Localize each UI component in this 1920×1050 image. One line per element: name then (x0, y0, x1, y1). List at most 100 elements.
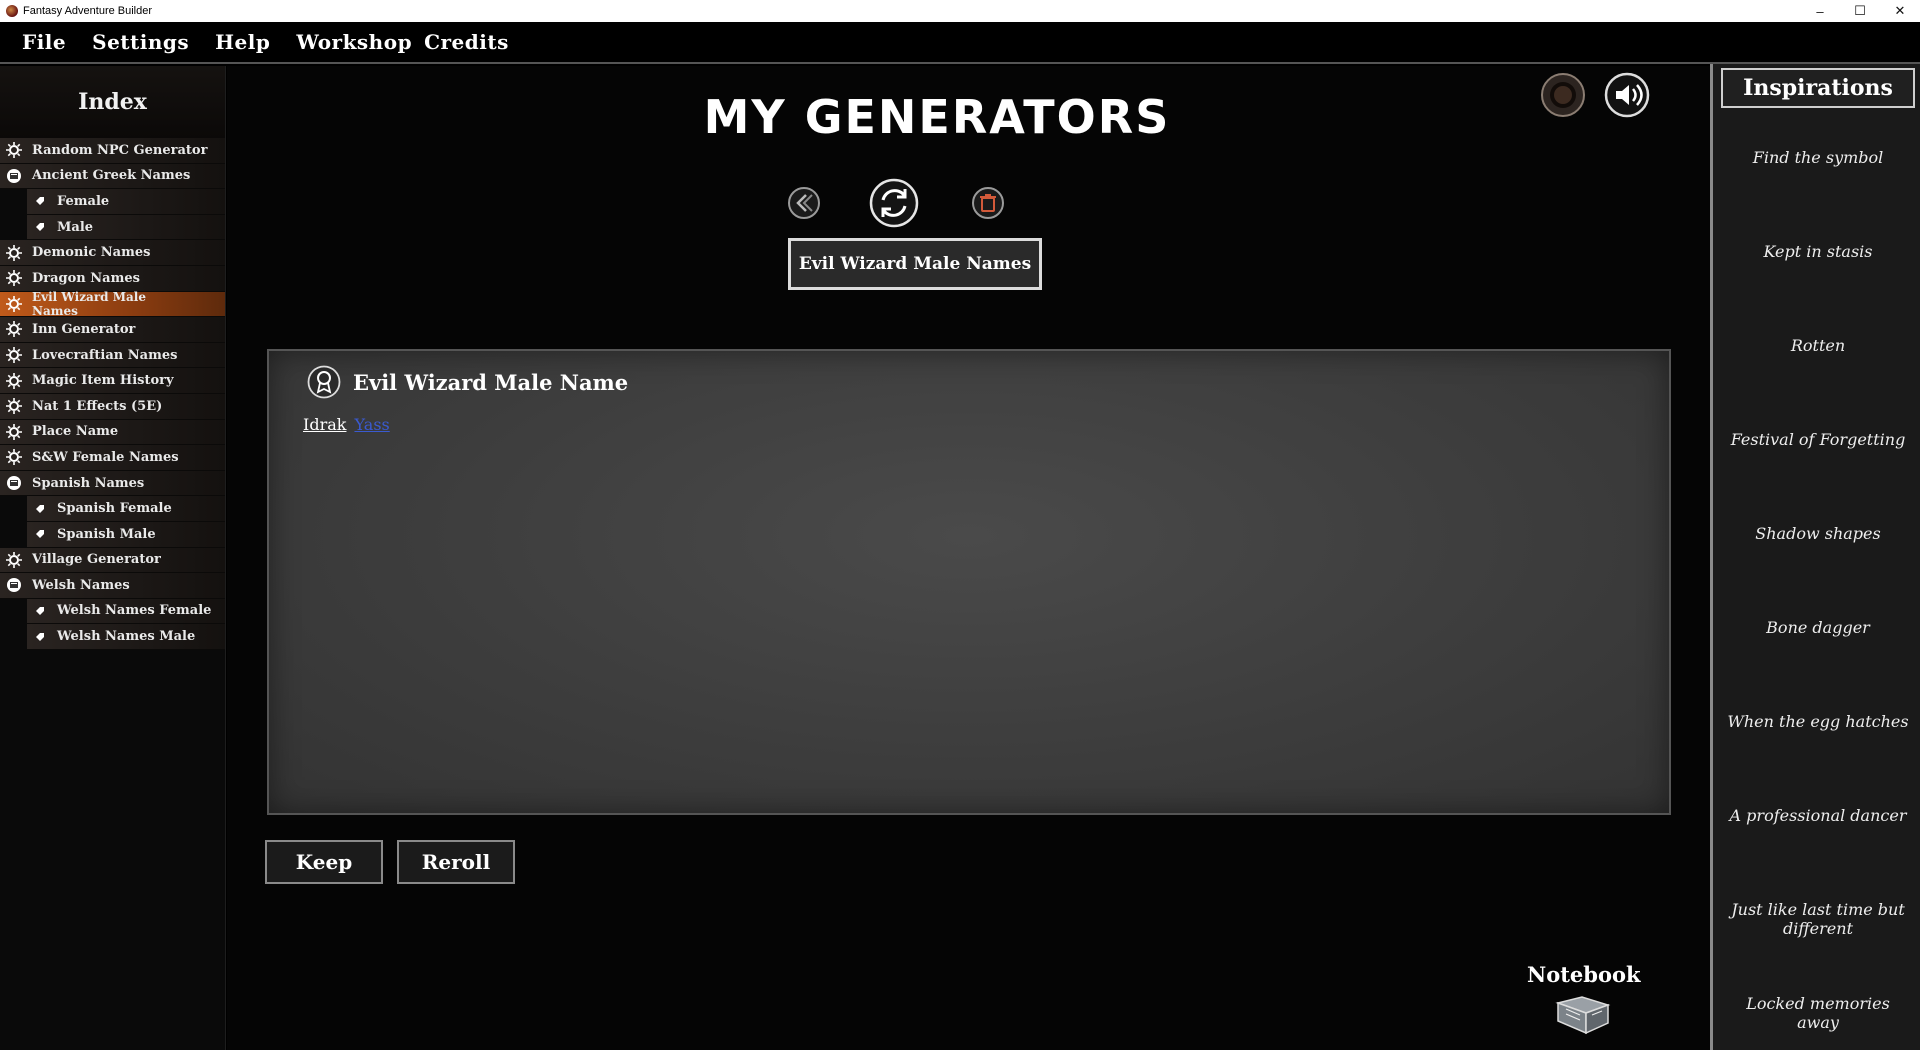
sidebar-item-label: Welsh Names Female (57, 603, 212, 619)
gear-icon (5, 346, 23, 364)
minimize-button[interactable]: – (1800, 0, 1840, 22)
gear-icon (5, 448, 23, 466)
sidebar-folder[interactable]: Ancient Greek Names (0, 163, 225, 190)
tag-icon (35, 628, 45, 646)
sidebar-item-label: S&W Female Names (32, 449, 179, 465)
keep-button[interactable]: Keep (265, 840, 383, 884)
tag-icon (35, 218, 45, 236)
result-value-link[interactable]: Yass (354, 415, 389, 434)
gear-icon (5, 372, 23, 390)
sidebar-item-label: Nat 1 Effects (5E) (32, 398, 163, 414)
sidebar-item[interactable]: Dragon Names (0, 265, 225, 292)
current-generator-label: Evil Wizard Male Names (788, 238, 1042, 290)
sidebar-item[interactable]: Inn Generator (0, 317, 225, 343)
sidebar-item-label: Random NPC Generator (32, 142, 208, 158)
notebook[interactable]: Notebook (1527, 962, 1641, 1037)
sidebar-item[interactable]: S&W Female Names (0, 445, 225, 471)
result-value-link[interactable]: Idrak (303, 415, 346, 434)
sidebar-subitem[interactable]: Welsh Names Male (27, 624, 225, 650)
back-icon[interactable] (787, 186, 821, 220)
sidebar-item-label: Demonic Names (32, 245, 151, 261)
close-button[interactable]: ✕ (1880, 0, 1920, 22)
menu-file[interactable]: File (22, 30, 66, 54)
gear-icon (5, 397, 23, 415)
sidebar-header: Index (0, 66, 225, 138)
menu-workshop[interactable]: Workshop (296, 30, 412, 54)
reroll-button[interactable]: Reroll (397, 840, 515, 884)
sidebar-item-label: Welsh Names (32, 577, 130, 593)
award-icon (307, 365, 341, 399)
sidebar-item[interactable]: Lovecraftian Names (0, 342, 225, 369)
sidebar-subitem[interactable]: Male (27, 214, 225, 241)
refresh-icon[interactable] (869, 178, 919, 228)
notebook-label: Notebook (1527, 962, 1641, 987)
inspiration-item[interactable]: Rotten (1713, 336, 1920, 430)
sidebar-item[interactable]: Village Generator (0, 547, 225, 574)
sidebar-subitem[interactable]: Spanish Male (27, 521, 225, 548)
window-titlebar: Fantasy Adventure Builder – ☐ ✕ (0, 0, 1920, 22)
sidebar-item-label: Spanish Female (57, 501, 172, 517)
folder-icon (5, 576, 23, 594)
inspiration-item[interactable]: Locked memories away (1713, 994, 1920, 1050)
menu-credits[interactable]: Credits (424, 30, 509, 54)
inspiration-item[interactable]: Kept in stasis (1713, 242, 1920, 336)
inspirations-panel: Inspirations Find the symbol Kept in stas… (1710, 64, 1920, 1050)
sidebar-item-label: Spanish Male (57, 526, 156, 542)
sidebar-item-label: Spanish Names (32, 475, 145, 491)
inspiration-item[interactable]: Bone dagger (1713, 618, 1920, 712)
sidebar-item-label: Inn Generator (32, 321, 136, 337)
tag-icon (35, 192, 45, 210)
inspiration-item[interactable]: A professional dancer (1713, 806, 1920, 900)
delete-icon[interactable] (971, 186, 1005, 220)
tag-icon (35, 525, 45, 543)
sidebar-item-label: Ancient Greek Names (32, 168, 191, 184)
record-icon[interactable] (1540, 72, 1586, 118)
sidebar-item[interactable]: Magic Item History (0, 368, 225, 394)
page-title: MY GENERATORS (703, 90, 1171, 144)
gear-icon (5, 269, 23, 287)
tag-icon (35, 500, 45, 518)
sidebar-folder[interactable]: Spanish Names (0, 470, 225, 497)
sidebar-item-label: Male (57, 219, 94, 235)
menu-bar: File Settings Help Workshop Credits (0, 22, 1920, 64)
sidebar-item[interactable]: Nat 1 Effects (5E) (0, 393, 225, 420)
sidebar-item[interactable]: Place Name (0, 419, 225, 446)
folder-icon (5, 474, 23, 492)
index-sidebar: Index Random NPC Generator Ancient Greek … (0, 66, 226, 1050)
inspiration-item[interactable]: Shadow shapes (1713, 524, 1920, 618)
inspiration-item[interactable]: Find the symbol (1713, 148, 1920, 242)
gear-icon (5, 320, 23, 338)
top-icons (1540, 72, 1650, 118)
sidebar-item-label: Dragon Names (32, 270, 140, 286)
notebook-icon[interactable] (1552, 993, 1616, 1037)
sidebar-item-label: Magic Item History (32, 373, 174, 389)
sidebar-item[interactable]: Random NPC Generator (0, 138, 225, 164)
gear-icon (5, 423, 23, 441)
sidebar-item[interactable]: Demonic Names (0, 240, 225, 266)
sidebar-folder[interactable]: Welsh Names (0, 573, 225, 599)
generator-toolbar (787, 178, 1005, 228)
sidebar-item[interactable]: Evil Wizard Male Names (0, 290, 225, 318)
gear-icon (5, 551, 23, 569)
folder-icon (5, 167, 23, 185)
maximize-button[interactable]: ☐ (1840, 0, 1880, 22)
inspirations-title[interactable]: Inspirations (1721, 68, 1915, 108)
main-area: MY GENERATORS Evil Wizard Male Names Evi… (227, 66, 1710, 1050)
sidebar-item-label: Female (57, 193, 110, 209)
tag-icon (35, 602, 45, 620)
result-values: Idrak Yass (303, 415, 390, 434)
speaker-icon[interactable] (1604, 72, 1650, 118)
result-header: Evil Wizard Male Name (307, 365, 628, 399)
inspiration-item[interactable]: When the egg hatches (1713, 712, 1920, 806)
inspiration-item[interactable]: Festival of Forgetting (1713, 430, 1920, 524)
sidebar-subitem[interactable]: Spanish Female (27, 496, 225, 522)
sidebar-subitem[interactable]: Welsh Names Female (27, 598, 225, 625)
menu-settings[interactable]: Settings (92, 30, 189, 54)
inspiration-item[interactable]: Just like last time but different (1713, 900, 1920, 994)
menu-help[interactable]: Help (215, 30, 270, 54)
gear-icon (5, 141, 23, 159)
sidebar-subitem[interactable]: Female (27, 189, 225, 215)
sidebar-item-label: Place Name (32, 424, 119, 440)
sidebar-title: Index (78, 89, 147, 115)
gear-icon (5, 295, 23, 313)
